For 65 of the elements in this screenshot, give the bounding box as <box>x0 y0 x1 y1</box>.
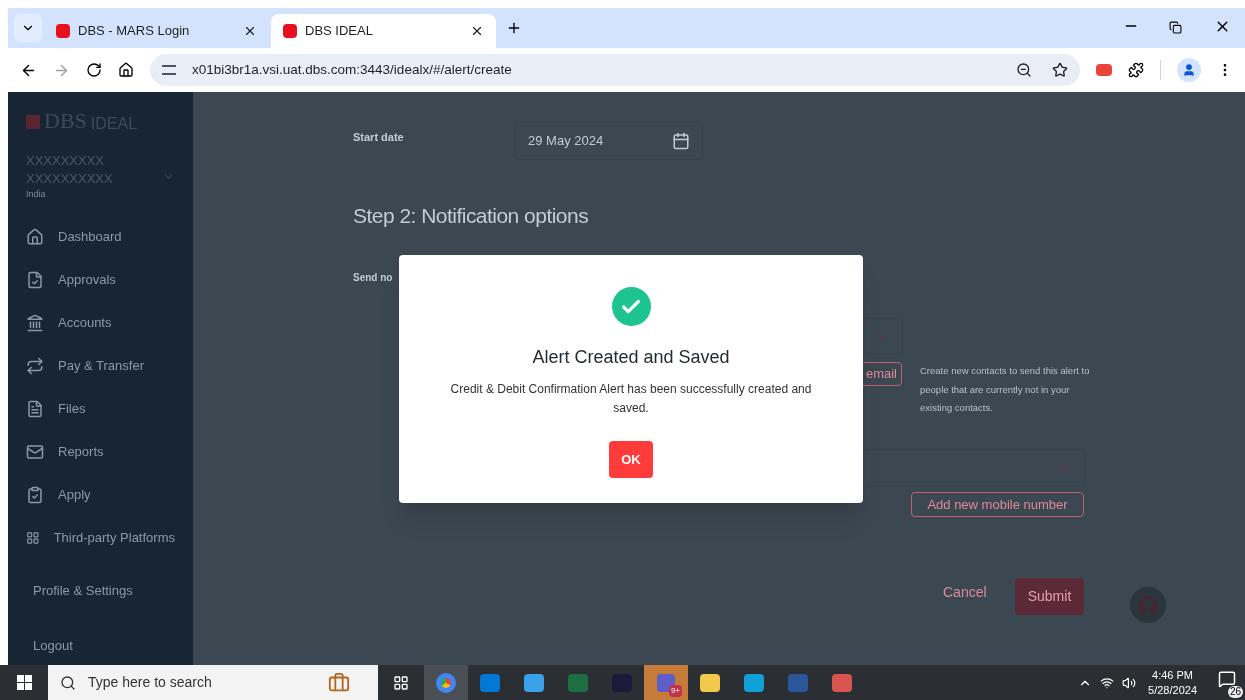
zoom-icon[interactable] <box>1016 62 1032 78</box>
sidebar-nav-item[interactable]: Files <box>58 398 86 419</box>
network-icon[interactable] <box>1100 675 1115 690</box>
close-icon[interactable] <box>470 24 484 38</box>
submit-button[interactable]: Submit <box>1015 578 1084 615</box>
browser-tab[interactable]: DBS IDEAL <box>271 14 496 48</box>
clock-time: 4:46 PM <box>1152 667 1193 683</box>
clipboard-check-icon <box>26 485 44 504</box>
bookmark-star-icon[interactable] <box>1052 62 1068 78</box>
step-heading: Step 2: Notification options <box>353 203 590 229</box>
home-icon[interactable] <box>118 62 134 78</box>
reload-icon[interactable] <box>86 62 102 78</box>
volume-icon[interactable] <box>1122 675 1137 690</box>
favicon-icon <box>283 24 297 38</box>
search-placeholder: Type here to search <box>88 673 213 692</box>
sidebar-link[interactable]: Profile & Settings <box>33 580 175 600</box>
sidebar-nav-item[interactable]: Apply <box>58 484 91 505</box>
success-check-icon <box>611 287 651 326</box>
teams-app-icon[interactable]: 9+ <box>644 665 688 700</box>
sidebar-nav-item[interactable]: Third-party Platforms <box>53 527 175 548</box>
document-check-icon <box>26 270 44 289</box>
logo-icon <box>26 115 40 129</box>
sidebar-link[interactable]: Logout <box>33 636 175 656</box>
cancel-button[interactable]: Cancel <box>943 582 987 603</box>
calendar-icon[interactable] <box>672 132 690 150</box>
sidebar-nav-item[interactable]: Approvals <box>58 269 116 290</box>
start-date-label: Start date <box>353 129 405 145</box>
favicon-icon <box>56 24 70 38</box>
taskbar-search-field[interactable]: Type here to search <box>48 665 378 700</box>
extension-icon[interactable] <box>1096 64 1112 76</box>
add-mobile-button[interactable]: Add new mobile number <box>911 492 1084 517</box>
sidebar-nav-item[interactable]: Dashboard <box>58 226 122 247</box>
new-tab-icon[interactable] <box>506 20 522 36</box>
briefcase-icon[interactable] <box>328 671 350 694</box>
arrows-icon <box>26 356 44 375</box>
task-view-icon[interactable] <box>393 674 409 691</box>
country-text: India <box>26 188 47 201</box>
extensions-icon[interactable] <box>1128 62 1144 78</box>
dialog-message: Credit & Debit Confirmation Alert has been successfully created and saved. <box>449 381 813 417</box>
url-text: x01bi3br1a.vsi.uat.dbs.com:3443/idealx/#/alert/create <box>192 60 513 79</box>
home-icon <box>26 227 44 246</box>
restore-icon[interactable] <box>1169 21 1182 34</box>
start-date-field[interactable]: 29 May 2024 <box>515 122 703 160</box>
close-icon[interactable] <box>243 24 257 38</box>
notification-center-icon[interactable] <box>1218 669 1236 688</box>
field-label: Send no <box>353 270 394 285</box>
browser-tab[interactable]: DBS - MARS Login <box>44 14 269 48</box>
bank-icon <box>26 313 44 332</box>
clock-date: 5/28/2024 <box>1148 682 1197 698</box>
profile-avatar-icon[interactable] <box>1177 58 1201 82</box>
tab-title: DBS - MARS Login <box>78 22 191 41</box>
sidebar-nav-item[interactable]: Pay & Transfer <box>58 355 144 376</box>
sidebar-nav-item[interactable]: Reports <box>58 441 104 462</box>
notification-badge: 9+ <box>668 685 682 697</box>
help-text: Create new contacts to send this alert to people that are currently not in your existing contacts. <box>920 364 1091 415</box>
dialog-title: Alert Created and Saved <box>532 346 730 369</box>
envelope-icon <box>26 442 44 461</box>
tab-title: DBS IDEAL <box>305 22 374 41</box>
ok-button[interactable]: OK <box>609 441 653 478</box>
notification-count: 26 <box>1227 685 1243 698</box>
document-icon <box>26 399 44 418</box>
address-bar[interactable]: x01bi3br1a.vsi.uat.dbs.com:3443/idealx/#/alert/create <box>150 54 1080 86</box>
sidebar-nav-item[interactable]: Accounts <box>58 312 112 333</box>
site-info-icon[interactable] <box>162 65 176 75</box>
search-icon <box>60 674 76 691</box>
